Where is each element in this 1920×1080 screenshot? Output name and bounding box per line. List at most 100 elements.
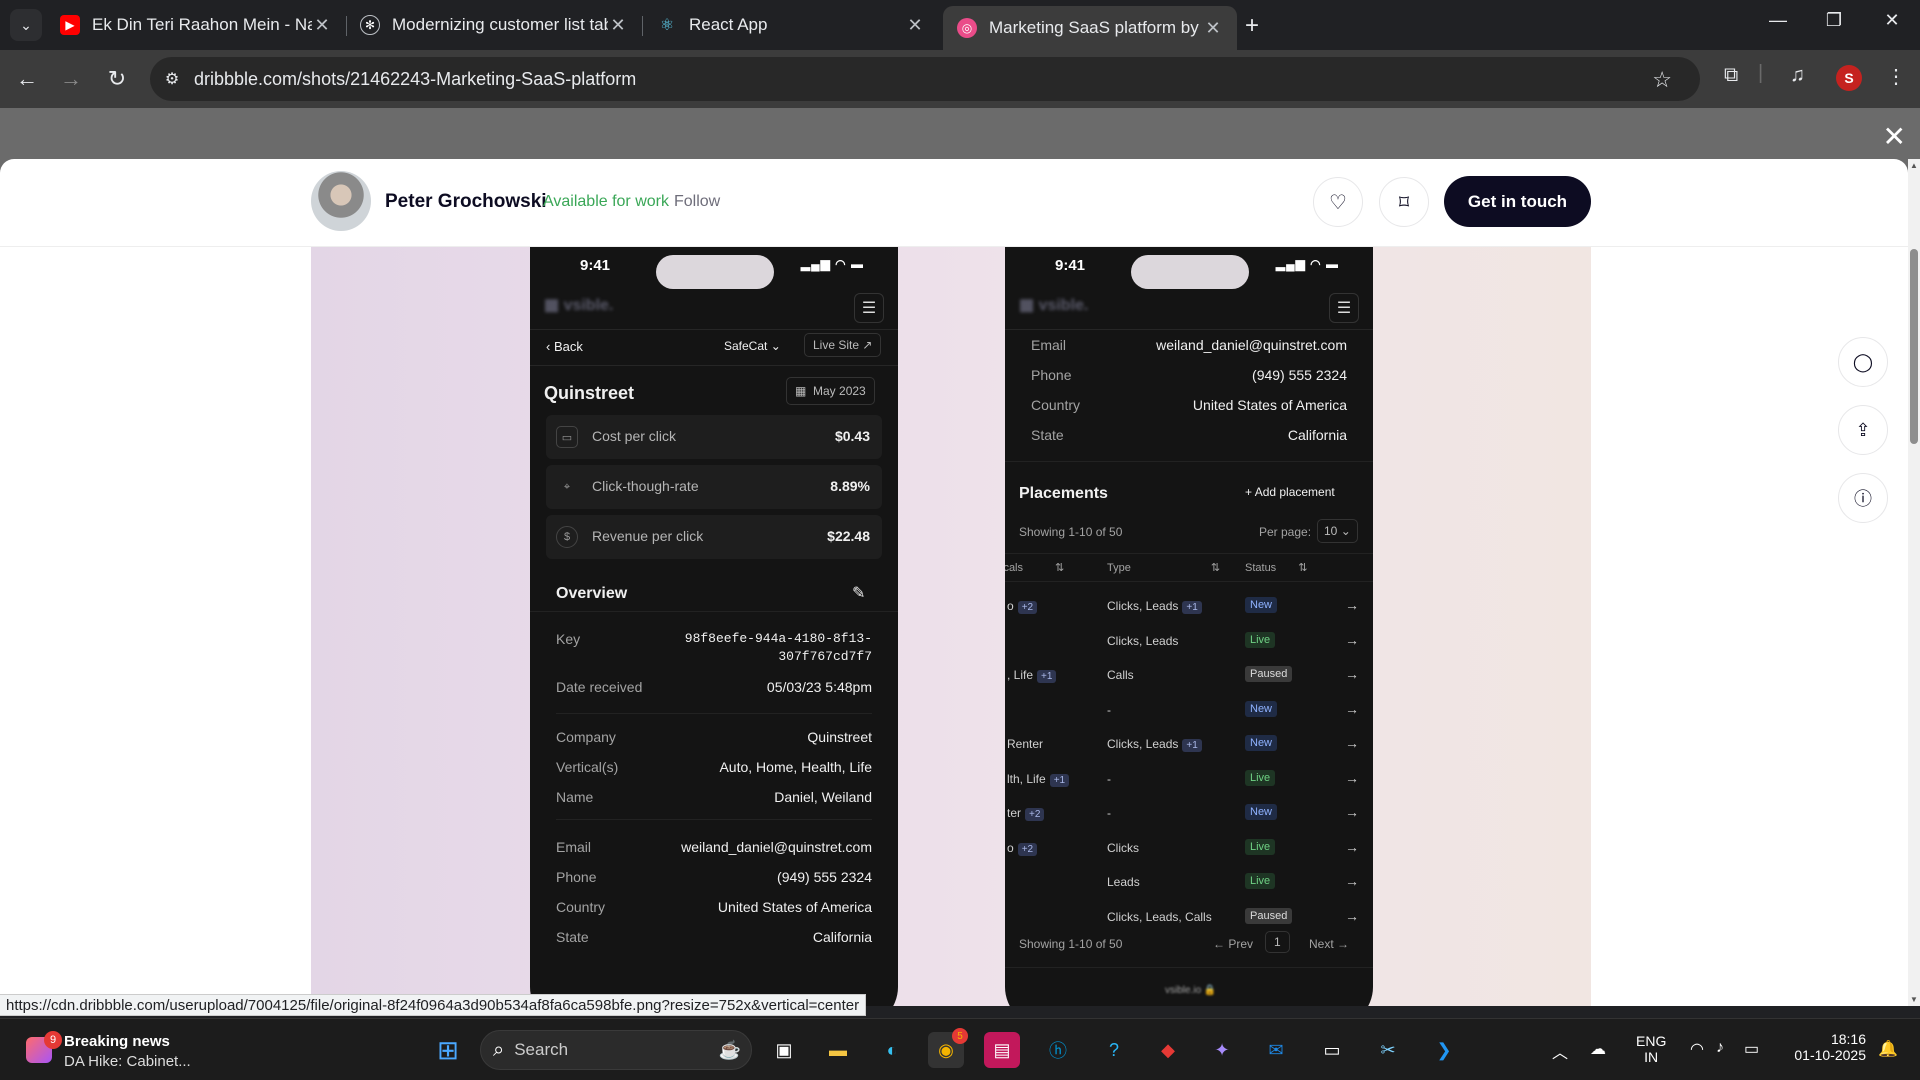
column-header-verticals[interactable]: icals⇅ (1005, 561, 1064, 574)
notification-icon[interactable]: 🔔 (1878, 1039, 1898, 1059)
outlook-icon[interactable]: ✉ (1258, 1032, 1294, 1068)
like-button[interactable]: ♡ (1313, 177, 1363, 227)
row-arrow-icon[interactable]: → (1345, 666, 1359, 682)
snipping-tool-icon[interactable]: ✂ (1370, 1032, 1406, 1068)
store-icon[interactable]: ▤ (984, 1032, 1020, 1068)
restore-icon[interactable]: ❐ (1814, 10, 1854, 31)
table-row[interactable]: - New → (1005, 697, 1373, 727)
media-control-icon[interactable]: ♫ (1790, 64, 1805, 87)
minimize-icon[interactable]: — (1758, 10, 1798, 31)
row-arrow-icon[interactable]: → (1345, 701, 1359, 717)
prev-page-button[interactable]: ← Prev (1213, 937, 1253, 951)
back-link[interactable]: ‹ Back (546, 339, 583, 354)
table-row[interactable]: Clicks, Leads, Calls Paused → (1005, 904, 1373, 934)
tab-chatgpt[interactable]: ✻ Modernizing customer list table ✕ (346, 6, 642, 44)
help-icon[interactable]: ? (1096, 1032, 1132, 1068)
author-name[interactable]: Peter Grochowski (385, 191, 547, 213)
scroll-up-icon[interactable]: ▲ (1908, 161, 1920, 170)
cell-vertical: o +2 (1007, 599, 1038, 614)
wifi-icon[interactable]: ◠ (1690, 1039, 1704, 1059)
app-window-icon[interactable]: ▭ (1314, 1032, 1350, 1068)
address-bar[interactable]: ⚙ dribbble.com/shots/21462243-Marketing-… (150, 57, 1700, 101)
row-arrow-icon[interactable]: → (1345, 804, 1359, 820)
news-widget[interactable]: 9 Breaking news DA Hike: Cabinet... (20, 1031, 220, 1071)
scrollbar-thumb[interactable] (1910, 249, 1918, 444)
add-placement-button[interactable]: + Add placement (1245, 485, 1335, 499)
follow-button[interactable]: Follow (674, 193, 720, 211)
onedrive-icon[interactable]: ☁ (1590, 1039, 1606, 1059)
date-picker[interactable]: ▦ May 2023 (786, 377, 875, 405)
close-tab-icon[interactable]: ✕ (608, 15, 628, 36)
chevron-up-icon[interactable]: ︿ (1552, 1039, 1568, 1063)
get-in-touch-button[interactable]: Get in touch (1444, 176, 1591, 227)
save-button[interactable]: ⌑ (1379, 177, 1429, 227)
copilot-icon[interactable]: ✦ (1204, 1032, 1240, 1068)
row-arrow-icon[interactable]: → (1345, 908, 1359, 924)
table-row[interactable]: o +2 Clicks Live → (1005, 835, 1373, 865)
extensions-icon[interactable]: ⧉ (1724, 64, 1738, 87)
column-header-type[interactable]: Type ⇅ (1107, 561, 1220, 574)
taskbar-search[interactable]: ⌕ Search ☕ (480, 1030, 752, 1070)
mcafee-icon[interactable]: ◆ (1150, 1032, 1186, 1068)
language-indicator[interactable]: ENG IN (1636, 1033, 1666, 1065)
availability-label[interactable]: Available for work (543, 193, 669, 211)
table-row[interactable]: ter +2 - New → (1005, 800, 1373, 830)
back-icon[interactable]: ← (12, 64, 42, 94)
page-scrollbar[interactable]: ▲ ▼ (1908, 159, 1920, 1006)
windows-start-icon[interactable]: ⊞ (430, 1032, 466, 1068)
row-arrow-icon[interactable]: → (1345, 735, 1359, 751)
table-row[interactable]: Leads Live → (1005, 869, 1373, 899)
info-button[interactable]: ⓘ (1838, 473, 1888, 523)
plus-icon: + (1245, 485, 1255, 499)
clock[interactable]: 18:16 01-10-2025 (1784, 1031, 1866, 1063)
task-view-icon[interactable]: ▣ (766, 1032, 802, 1068)
new-tab-button[interactable]: + (1245, 12, 1259, 40)
comments-button[interactable]: ◯ (1838, 337, 1888, 387)
next-page-button[interactable]: Next → (1309, 937, 1349, 951)
edit-pencil-icon[interactable]: ✎ (852, 583, 865, 603)
chrome-icon[interactable]: ◉ 5 (928, 1028, 968, 1068)
scroll-down-icon[interactable]: ▼ (1908, 995, 1920, 1004)
site-settings-icon[interactable]: ⚙ (150, 69, 194, 89)
table-row[interactable]: Renter Clicks, Leads +1 New → (1005, 731, 1373, 761)
tab-dribbble-active[interactable]: ◎ Marketing SaaS platform by Pet ✕ (943, 6, 1237, 50)
close-tab-icon[interactable]: ✕ (1203, 18, 1223, 39)
table-row[interactable]: o +2 Clicks, Leads +1 New → (1005, 593, 1373, 623)
author-avatar[interactable] (311, 171, 371, 231)
bookmark-star-icon[interactable]: ☆ (1652, 67, 1672, 93)
close-tab-icon[interactable]: ✕ (312, 15, 332, 36)
row-arrow-icon[interactable]: → (1345, 632, 1359, 648)
row-arrow-icon[interactable]: → (1345, 770, 1359, 786)
close-window-icon[interactable]: ✕ (1872, 10, 1912, 31)
tab-search-button[interactable]: ⌄ (10, 9, 42, 41)
per-page-select[interactable]: 10 ⌄ (1317, 519, 1358, 543)
table-row[interactable]: Clicks, Leads Live → (1005, 628, 1373, 658)
row-arrow-icon[interactable]: → (1345, 597, 1359, 613)
hamburger-menu-icon[interactable]: ☰ (854, 293, 884, 323)
profile-avatar[interactable]: S (1836, 65, 1862, 91)
hamburger-menu-icon[interactable]: ☰ (1329, 293, 1359, 323)
edge-icon[interactable]: ◐ (874, 1032, 910, 1068)
close-modal-icon[interactable]: ✕ (1883, 120, 1906, 153)
battery-icon[interactable]: ▭ (1744, 1039, 1759, 1059)
close-tab-icon[interactable]: ✕ (905, 15, 925, 36)
volume-icon[interactable]: ♪ (1716, 1039, 1724, 1057)
reload-icon[interactable]: ↻ (102, 64, 132, 94)
column-header-status[interactable]: Status ⇅ (1245, 561, 1307, 574)
table-row[interactable]: lth, Life +1 - Live → (1005, 766, 1373, 796)
page-input[interactable]: 1 (1265, 931, 1290, 953)
share-button[interactable]: ⇪ (1838, 405, 1888, 455)
divider (530, 365, 898, 366)
hp-icon[interactable]: ⓗ (1040, 1032, 1076, 1068)
more-menu-icon[interactable]: ⋮ (1886, 64, 1906, 89)
tab-react-app[interactable]: ⚛ React App ✕ (643, 6, 939, 44)
file-explorer-icon[interactable]: ▬ (820, 1032, 856, 1068)
safecat-dropdown[interactable]: SafeCat ⌄ (724, 339, 781, 353)
row-arrow-icon[interactable]: → (1345, 873, 1359, 889)
table-row[interactable]: , Life +1 Calls Paused → (1005, 662, 1373, 692)
tab-youtube[interactable]: ▶ Ek Din Teri Raahon Mein - Naqa ✕ (46, 6, 346, 44)
live-site-button[interactable]: Live Site ↗ (804, 333, 882, 357)
forward-icon[interactable]: → (56, 64, 86, 94)
vscode-icon[interactable]: ❯ (1426, 1032, 1462, 1068)
row-arrow-icon[interactable]: → (1345, 839, 1359, 855)
